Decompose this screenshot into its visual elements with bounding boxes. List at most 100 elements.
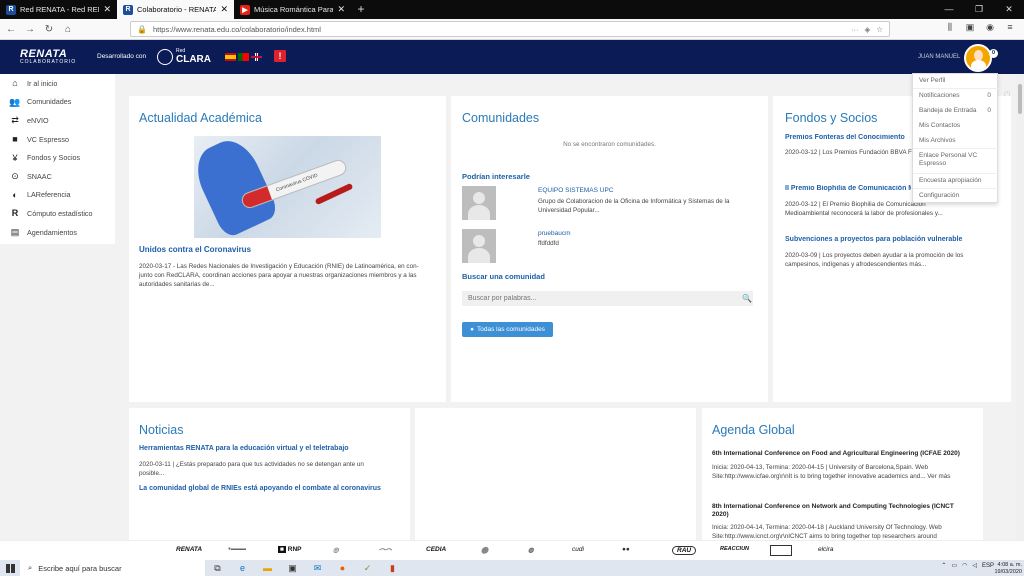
sidebar-item-envio[interactable]: ⇄ eNVIO <box>0 111 115 130</box>
firefox-icon[interactable]: ● <box>330 563 355 573</box>
page-actions-icon[interactable]: ··· <box>851 25 859 34</box>
sidebar-item-computo[interactable]: R Cómputo estadístico <box>0 204 115 223</box>
volume-icon[interactable]: ◁ <box>972 562 977 569</box>
home-icon[interactable]: ⌂ <box>60 24 76 35</box>
sidebar-item-comunidades[interactable]: 👥 Comunidades <box>0 93 115 112</box>
library-icon[interactable]: ⫼ <box>940 22 960 33</box>
suggestion-name[interactable]: pruebaucm <box>538 230 571 237</box>
close-window-icon[interactable]: ✕ <box>994 0 1024 19</box>
portugal-flag-icon[interactable] <box>238 53 249 61</box>
coronavirus-image[interactable]: Coronavirus COVID <box>194 136 381 238</box>
app-icon[interactable]: ✓ <box>355 563 380 574</box>
mail-icon[interactable]: ✉ <box>305 563 330 574</box>
actualidad-title: Actualidad Académica <box>139 111 262 125</box>
partner-logo[interactable]: ■ RNP <box>278 546 301 553</box>
community-avatar[interactable] <box>462 186 496 220</box>
redclara-logo[interactable]: Red CLARA <box>157 48 211 65</box>
close-tab-icon[interactable]: ✕ <box>103 4 111 15</box>
agenda-item-title[interactable]: 8th International Conference on Network … <box>712 503 967 519</box>
menu-item-encuesta[interactable]: Encuesta apropiación <box>919 177 982 184</box>
reload-icon[interactable]: ↻ <box>41 24 57 35</box>
menu-icon[interactable]: ≡ <box>1000 22 1020 33</box>
user-avatar[interactable] <box>964 44 992 72</box>
sidebar-item-snaac[interactable]: ⊙ SNAAC <box>0 167 115 186</box>
noticias-item-title[interactable]: La comunidad global de RNIEs está apoyan… <box>139 485 381 492</box>
spain-flag-icon[interactable] <box>225 53 236 61</box>
bookmark-star-icon[interactable]: ☆ <box>876 25 883 34</box>
windows-start-icon[interactable] <box>0 560 20 576</box>
partner-logo[interactable]: REACCIUN <box>720 546 749 552</box>
wifi-icon[interactable]: ◠ <box>962 562 967 569</box>
agenda-item-title[interactable]: 6th International Conference on Food and… <box>712 450 977 457</box>
back-icon[interactable]: ← <box>3 24 19 35</box>
sidebar-item-inicio[interactable]: ⌂ Ir al inicio <box>0 74 115 93</box>
menu-item-notificaciones[interactable]: Notificaciones <box>919 92 959 99</box>
partner-logo[interactable]: ◎ <box>333 546 339 554</box>
sidebar-item-fondos[interactable]: ¥ Fondos y Socios <box>0 148 115 167</box>
menu-item-contactos[interactable]: Mis Contactos <box>919 122 960 129</box>
partner-logo[interactable]: elcira <box>818 546 834 553</box>
partner-logo[interactable]: ⌒⌒ <box>378 546 391 556</box>
partner-logo[interactable]: ●● <box>622 546 630 553</box>
maximize-icon[interactable]: ❐ <box>964 0 994 19</box>
pocket-icon[interactable]: ◈ <box>864 25 870 34</box>
task-view-icon[interactable]: ⧉ <box>205 563 230 574</box>
partner-logo[interactable]: ●▬▬▬ <box>228 546 246 552</box>
partner-logo[interactable]: ◍ <box>528 546 534 554</box>
forward-icon[interactable]: → <box>22 24 38 35</box>
close-tab-icon[interactable]: ✕ <box>337 4 345 15</box>
edge-icon[interactable]: e <box>230 563 255 573</box>
taskbar-clock[interactable]: 4:08 a. m. 19/03/2020 <box>994 562 1022 575</box>
menu-item-ver-perfil[interactable]: Ver Perfil <box>919 77 945 84</box>
url-bar[interactable]: 🔒 https://www.renata.edu.co/colaboratori… <box>130 21 890 37</box>
tab-title: Música Romántica Para Trabaja <box>254 5 334 14</box>
account-icon[interactable]: ◉ <box>980 22 1000 33</box>
store-icon[interactable]: ▣ <box>280 563 305 574</box>
fondos-item-title[interactable]: Subvenciones a proyectos para población … <box>785 236 962 243</box>
all-communities-button[interactable]: ● Todas las comunidades <box>462 322 553 337</box>
partner-logo[interactable]: RAU <box>672 546 697 555</box>
partner-logo[interactable]: RENATA <box>176 546 202 553</box>
taskbar-search[interactable]: ⌕ Escribe aquí para buscar <box>20 560 205 576</box>
language-indicator[interactable]: ESP <box>982 563 994 569</box>
sidebar-item-vc-espresso[interactable]: ■ VC Espresso <box>0 130 115 149</box>
network-icon[interactable]: ▭ <box>951 562 957 569</box>
sidebar-toggle-icon[interactable]: ▣ <box>960 22 980 33</box>
fondos-item-title[interactable]: II Premio Biophilia de Comunicación Medi… <box>785 185 911 192</box>
partner-logo[interactable] <box>770 545 792 556</box>
minimize-icon[interactable]: — <box>934 0 964 19</box>
la-icon: ◐ <box>12 189 18 200</box>
powerpoint-icon[interactable]: ▮ <box>380 563 405 574</box>
browser-tab-3[interactable]: ▶ Música Romántica Para Trabaja ✕ <box>234 0 351 19</box>
uk-flag-icon[interactable] <box>251 53 262 61</box>
partner-logo[interactable]: ⬤ <box>481 546 488 554</box>
partner-logo[interactable]: CEDIA <box>426 546 446 553</box>
notification-badge: 0 <box>989 49 998 58</box>
partner-logo[interactable]: cudi <box>572 546 584 553</box>
suggestion-name[interactable]: EQUIPO SISTEMAS UPC <box>538 187 614 194</box>
sidebar-item-lareferencia[interactable]: ◐ LAReferencia <box>0 186 115 205</box>
close-tab-icon[interactable]: ✕ <box>220 4 228 15</box>
fondos-item-title[interactable]: Premios Fonteras del Conocimiento <box>785 134 911 141</box>
menu-item-archivos[interactable]: Mis Archivos <box>919 137 955 144</box>
renata-logo[interactable]: RENATA COLABORATORIO <box>20 48 76 65</box>
page-scrollbar[interactable] <box>1016 74 1024 540</box>
sidebar-item-label: Comunidades <box>27 97 72 107</box>
actualidad-article-link[interactable]: Unidos contra el Coronavirus <box>139 245 251 254</box>
alert-button[interactable]: ! <box>274 50 286 62</box>
menu-item-configuracion[interactable]: Configuración <box>919 192 959 199</box>
browser-tab-2[interactable]: R Colaboratorio - RENATA ✕ <box>117 0 234 19</box>
file-explorer-icon[interactable]: ▬ <box>255 563 280 573</box>
noticias-item-title[interactable]: Herramientas RENATA para la educación vi… <box>139 445 349 452</box>
new-tab-button[interactable]: + <box>351 0 371 19</box>
sidebar-item-agendamientos[interactable]: ▤ Agendamientos <box>0 223 115 242</box>
search-icon[interactable]: 🔍 <box>742 294 752 303</box>
menu-item-bandeja[interactable]: Bandeja de Entrada <box>919 107 976 114</box>
community-search-input[interactable] <box>462 291 753 306</box>
menu-item-enlace-vc[interactable]: Enlace Personal VC Espresso <box>919 152 979 168</box>
sidebar-item-label: LAReferencia <box>27 190 71 200</box>
browser-tab-1[interactable]: R Red RENATA - Red RENATA Red ✕ <box>0 0 117 19</box>
tray-chevron-icon[interactable]: ⌃ <box>941 562 946 569</box>
community-avatar[interactable] <box>462 229 496 263</box>
user-name[interactable]: JUAN MANUEL <box>918 54 960 60</box>
